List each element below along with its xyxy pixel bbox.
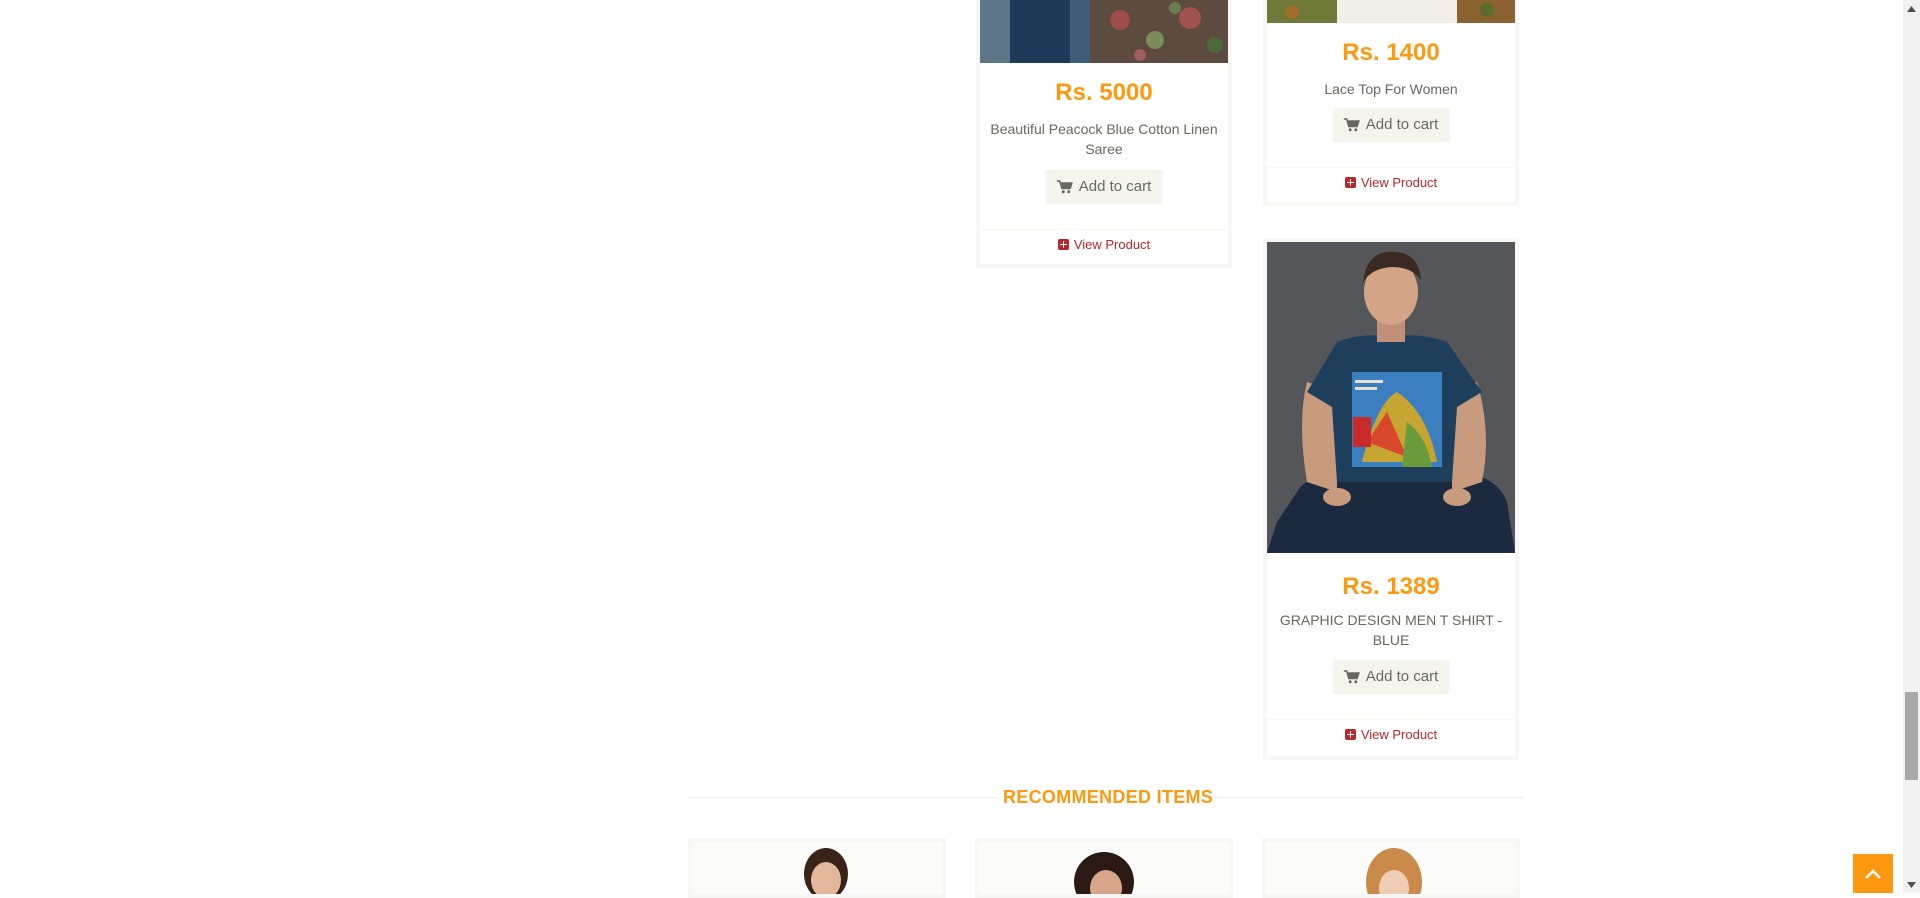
add-to-cart-button[interactable]: Add to cart xyxy=(1332,660,1450,694)
product-name: Lace Top For Women xyxy=(1324,81,1458,97)
shopping-cart-icon xyxy=(1056,180,1073,194)
product-price: Rs. 5000 xyxy=(1055,79,1153,106)
card-divider xyxy=(980,229,1228,230)
view-product-link[interactable]: View Product xyxy=(980,237,1228,252)
add-to-cart-label: Add to cart xyxy=(1078,178,1152,195)
view-product-label: View Product xyxy=(1073,237,1151,252)
recommended-card xyxy=(688,838,946,898)
shopping-cart-icon xyxy=(1343,118,1360,132)
plus-square-icon xyxy=(1057,239,1069,250)
product-image-saree[interactable] xyxy=(980,0,1228,63)
recommended-card xyxy=(1262,838,1520,898)
product-image-graphic-tshirt[interactable] xyxy=(1267,242,1515,553)
product-name: GRAPHIC DESIGN MEN T SHIRT - BLUE xyxy=(1279,612,1503,648)
add-to-cart-button[interactable]: Add to cart xyxy=(1045,170,1163,204)
view-product-label: View Product xyxy=(1360,175,1438,190)
plus-square-icon xyxy=(1344,729,1356,740)
page-scrollbar[interactable] xyxy=(1903,0,1920,893)
chevron-up-icon xyxy=(1865,868,1881,879)
view-product-link[interactable]: View Product xyxy=(1267,727,1515,742)
scrollbar-thumb[interactable] xyxy=(1905,692,1918,780)
product-name: Beautiful Peacock Blue Cotton Linen Sare… xyxy=(990,121,1218,157)
recommended-items-heading: RECOMMENDED ITEMS xyxy=(1003,787,1214,807)
add-to-cart-label: Add to cart xyxy=(1365,116,1439,133)
view-product-label: View Product xyxy=(1360,727,1438,742)
product-card-lace-top: Rs. 1400 Lace Top For Women Add to cart … xyxy=(1263,0,1519,206)
card-divider xyxy=(1267,719,1515,720)
add-to-cart-button[interactable]: Add to cart xyxy=(1332,108,1450,142)
recommended-product-image[interactable] xyxy=(1266,842,1516,898)
recommended-card xyxy=(975,838,1233,898)
scroll-to-top-button[interactable] xyxy=(1853,854,1893,893)
scroll-down-arrow-icon[interactable] xyxy=(1903,876,1920,893)
product-card-saree: Rs. 5000 Beautiful Peacock Blue Cotton L… xyxy=(976,0,1232,268)
shopping-cart-icon xyxy=(1343,670,1360,684)
view-product-link[interactable]: View Product xyxy=(1267,175,1515,190)
recommended-product-image[interactable] xyxy=(692,842,942,898)
recommended-divider-right xyxy=(1213,797,1523,798)
plus-square-icon xyxy=(1344,177,1356,188)
scroll-up-arrow-icon[interactable] xyxy=(1903,0,1920,17)
card-divider xyxy=(1267,167,1515,168)
recommended-product-image[interactable] xyxy=(979,842,1229,898)
man-in-graphic-tshirt-photo xyxy=(1267,242,1515,553)
product-card-graphic-tshirt: Rs. 1389 GRAPHIC DESIGN MEN T SHIRT - BL… xyxy=(1263,238,1519,760)
product-price: Rs. 1389 xyxy=(1342,573,1440,600)
recommended-divider-left xyxy=(688,797,998,798)
add-to-cart-label: Add to cart xyxy=(1365,668,1439,685)
product-price: Rs. 1400 xyxy=(1342,39,1440,66)
product-image-lace-top[interactable] xyxy=(1267,0,1515,23)
